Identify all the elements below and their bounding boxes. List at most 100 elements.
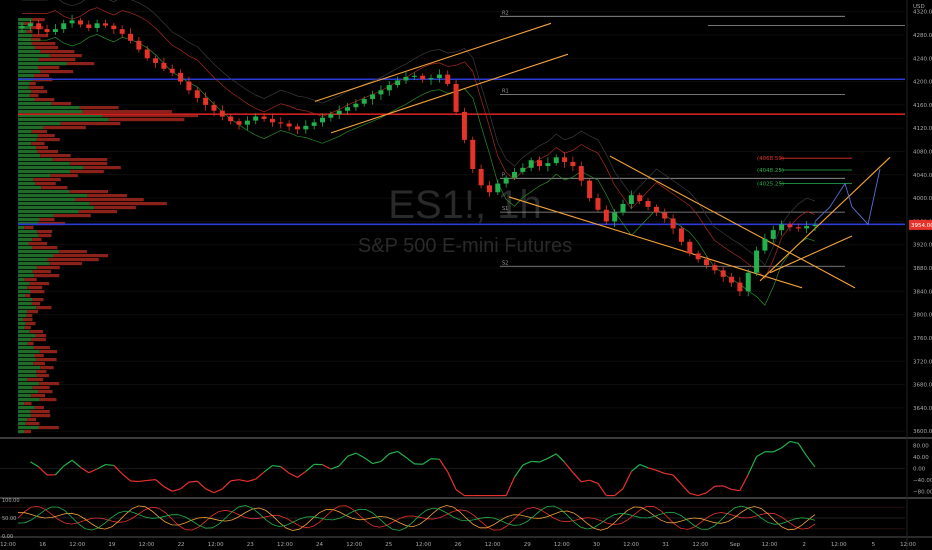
profile-bar-up: [18, 258, 48, 262]
osc2-tick-label: 50.00: [2, 516, 16, 522]
profile-bar-down: [27, 310, 39, 314]
profile-bar-up: [18, 22, 25, 26]
candle-body: [712, 265, 718, 271]
time-tick-label: 12:00: [415, 542, 431, 548]
candle-body: [328, 114, 334, 118]
osc1-segment: [756, 451, 766, 458]
profile-bar-up: [18, 294, 26, 298]
price-tick-label: 4120.00: [913, 126, 932, 132]
profile-bar-up: [18, 182, 36, 186]
osc1-segment: [263, 465, 273, 473]
profile-bar-up: [18, 162, 70, 166]
profile-bar-down: [79, 106, 119, 110]
time-tick-label: 12:00: [208, 542, 224, 548]
profile-bar-up: [18, 422, 26, 426]
time-tick-label: 25: [385, 542, 392, 548]
osc1-segment: [630, 464, 641, 472]
candle-body: [144, 49, 150, 59]
profile-bar-up: [18, 54, 50, 58]
profile-bar-up: [18, 166, 84, 170]
profile-bar-down: [69, 162, 108, 166]
candle-body: [620, 203, 626, 213]
candle-body: [345, 107, 351, 111]
price-tick-label: 4040.00: [913, 173, 932, 179]
time-tick-label: 12:00: [623, 542, 639, 548]
candle-body: [612, 212, 618, 222]
price-tick-label: 3680.00: [913, 383, 932, 389]
osc1-segment: [614, 488, 624, 497]
osc1-segment: [589, 479, 599, 484]
profile-bar-up: [18, 106, 80, 110]
time-tick-label: 12:00: [831, 542, 847, 548]
osc1-segment: [38, 466, 48, 476]
chart-stage[interactable]: ES1!, 1h S&P 500 E-mini Futures R2 R1 P S1 S…: [0, 0, 932, 550]
profile-bar-down: [82, 110, 172, 114]
osc1-segment: [806, 455, 816, 468]
time-tick-label: 22: [178, 542, 185, 548]
channel-line: [769, 235, 853, 274]
candle-body: [470, 139, 476, 169]
candle-body: [52, 29, 58, 33]
candle-body: [203, 97, 209, 105]
candle-body: [787, 224, 793, 228]
profile-bar-down: [36, 306, 52, 310]
osc1-segment: [773, 447, 782, 453]
profile-bar-up: [18, 122, 61, 126]
profile-bar-down: [34, 274, 60, 278]
candle-body: [286, 123, 292, 127]
profile-bar-down: [31, 38, 41, 42]
profile-bar-down: [59, 250, 87, 254]
channel-line: [759, 156, 891, 282]
candle-body: [370, 94, 376, 100]
candle-body: [219, 110, 225, 117]
candle-body: [253, 116, 259, 121]
profile-bar-down: [78, 210, 118, 214]
candle-body: [19, 26, 25, 28]
profile-bar-up: [18, 70, 41, 74]
osc1-tick-label: −80.00: [913, 489, 932, 495]
profile-bar-up: [18, 146, 37, 150]
profile-bar-up: [18, 118, 109, 122]
candle-body: [336, 110, 342, 115]
profile-bar-up: [18, 426, 39, 430]
profile-bar-up: [18, 130, 32, 134]
osc1-segment: [722, 485, 732, 490]
candle-body: [503, 177, 509, 184]
pivot-label: R2: [502, 10, 509, 16]
candle-body: [194, 90, 200, 98]
profile-bar-up: [18, 150, 38, 154]
profile-bar-up: [18, 202, 90, 206]
pivot-label: R1: [502, 88, 509, 94]
osc1-segment: [389, 450, 398, 455]
profile-bar-down: [52, 158, 108, 162]
profile-bar-down: [41, 186, 68, 190]
candle-body: [411, 75, 417, 77]
profile-bar-down: [26, 314, 33, 318]
profile-bar-down: [51, 102, 72, 106]
osc1-segment: [147, 479, 156, 482]
osc1-segment: [555, 453, 566, 463]
profile-bar-up: [18, 154, 41, 158]
candle-body: [595, 198, 601, 210]
time-axis: 12:00 16 12:00 19 12:00 22 12:00 23 12:00 24 12:00…: [0, 542, 916, 548]
profile-bar-down: [31, 302, 41, 306]
price-chart[interactable]: ES1!, 1h S&P 500 E-mini Futures R2 R1 P S1 S…: [0, 0, 932, 550]
profile-bar-up: [18, 398, 40, 402]
profile-bar-down: [37, 66, 60, 70]
candle-body: [27, 23, 33, 27]
watermark-name: S&P 500 E-mini Futures: [358, 235, 572, 257]
osc1-segment: [438, 458, 449, 473]
profile-bar-down: [53, 214, 91, 218]
profile-bar-down: [40, 70, 74, 74]
profile-bar-down: [49, 262, 82, 266]
profile-bar-up: [18, 286, 28, 290]
candle-body: [687, 241, 693, 254]
osc1-segment: [531, 460, 540, 463]
profile-bar-down: [34, 354, 44, 358]
pivot-label: S2: [502, 260, 508, 266]
time-tick-label: Sep: [730, 542, 741, 548]
projection-path: [814, 168, 881, 226]
osc1-segment: [255, 471, 265, 480]
candle-body: [486, 185, 492, 193]
candle-body: [136, 40, 142, 50]
